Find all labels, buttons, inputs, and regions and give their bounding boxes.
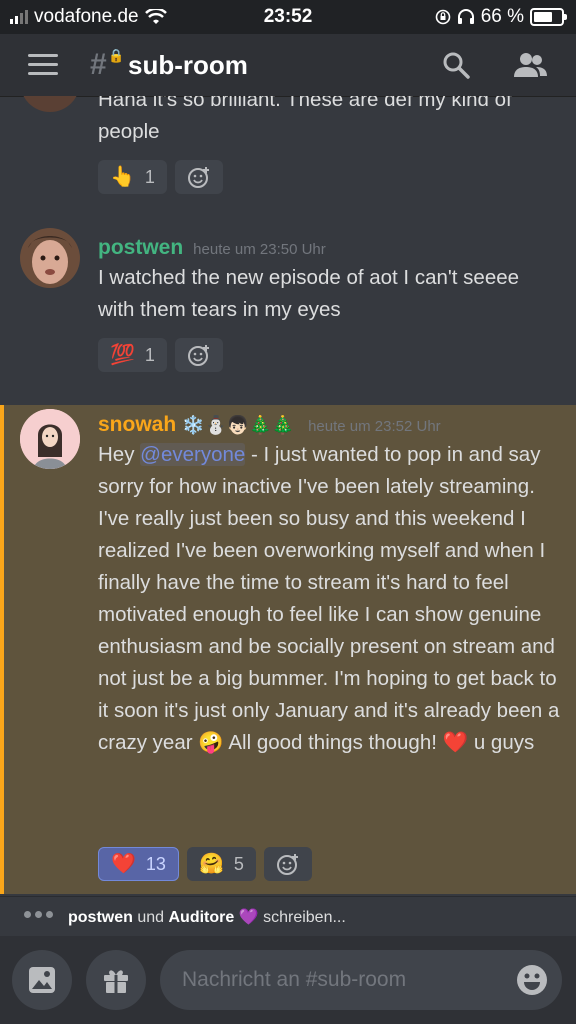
reaction-button-active[interactable]: ❤️ 13 (98, 847, 179, 881)
channel-title[interactable]: sub-room (128, 50, 248, 81)
message-text-start: Hey (98, 443, 141, 466)
typing-dots-icon (24, 911, 53, 918)
typing-suffix: 💜 schreiben... (238, 909, 346, 926)
composer-bar: Nachricht an #sub-room (0, 936, 576, 1024)
menu-icon[interactable] (28, 54, 58, 76)
headphones-icon (457, 9, 474, 24)
message-text: Hey @everyone - I just wanted to pop in … (98, 439, 560, 759)
add-reaction-icon (187, 345, 209, 366)
avatar[interactable] (20, 96, 80, 112)
username-label[interactable]: snowah (98, 413, 176, 436)
everyone-mention[interactable]: @everyone (140, 443, 246, 466)
message-text: Haha it's so brilliant. These are def my… (98, 96, 512, 143)
add-reaction-button[interactable] (174, 160, 223, 194)
orientation-lock-icon (435, 9, 450, 25)
hug-emoji: 🤗 (198, 853, 224, 875)
username-emojis: ❄️⛄👦🏻🎄🎄 (182, 415, 295, 435)
username[interactable]: postwen heute um 23:50 Uhr (98, 236, 326, 260)
locked-channel-icon: # 🔒 (90, 48, 125, 81)
reaction-button[interactable]: 🤗 5 (186, 847, 256, 881)
hundred-emoji: 💯 (110, 344, 135, 366)
reaction-count: 5 (233, 853, 244, 874)
gift-button[interactable] (86, 950, 146, 1010)
reaction-button[interactable]: 👆 1 (98, 160, 167, 194)
typing-indicator: postwen und Auditore 💜 schreiben... (0, 896, 576, 937)
gift-icon (104, 970, 128, 993)
reactions-row: 💯 1 (98, 338, 223, 372)
reaction-count: 1 (144, 344, 155, 365)
typing-text: postwen und Auditore 💜 schreiben... (68, 907, 346, 927)
search-icon[interactable] (442, 51, 470, 79)
timestamp: heute um 23:50 Uhr (193, 241, 326, 258)
message-feed[interactable]: Haha it's so brilliant. These are def my… (0, 96, 576, 896)
typing-connector: und (137, 909, 165, 926)
message-text: I watched the new episode of aot I can't… (98, 266, 520, 321)
reactions-row: 👆 1 (98, 160, 223, 194)
add-reaction-icon (187, 167, 209, 188)
add-reaction-button[interactable] (263, 847, 312, 881)
add-reaction-icon (276, 854, 298, 875)
members-icon[interactable] (512, 51, 548, 79)
reaction-count: 1 (144, 166, 155, 187)
point-up-emoji: 👆 (110, 166, 135, 188)
typing-user: postwen (68, 909, 133, 926)
avatar-snowah[interactable] (20, 409, 80, 469)
message-input[interactable]: Nachricht an #sub-room (160, 950, 562, 1010)
username[interactable]: snowah ❄️⛄👦🏻🎄🎄 heute um 23:52 Uhr (98, 413, 441, 437)
add-reaction-button[interactable] (174, 338, 223, 372)
emoji-picker-icon[interactable] (516, 964, 548, 996)
channel-header: # 🔒 sub-room (0, 34, 576, 97)
lock-icon: 🔒 (108, 48, 125, 63)
battery-percent: 66 % (480, 6, 524, 27)
message-input-placeholder: Nachricht an #sub-room (182, 968, 407, 991)
battery-icon (530, 8, 567, 26)
reactions-row: ❤️ 13 🤗 5 (98, 847, 312, 881)
status-bar: vodafone.de 23:52 66 % (0, 0, 576, 34)
reaction-count: 13 (145, 853, 166, 874)
typing-user: Auditore (168, 909, 235, 926)
timestamp: heute um 23:52 Uhr (308, 418, 441, 435)
heart-emoji: ❤️ (111, 853, 136, 875)
image-upload-button[interactable] (12, 950, 72, 1010)
image-icon (29, 967, 55, 993)
username-label[interactable]: postwen (98, 236, 183, 259)
avatar-postwen[interactable] (20, 228, 80, 288)
reaction-button[interactable]: 💯 1 (98, 338, 167, 372)
message-text-rest: - I just wanted to pop in and say sorry … (98, 443, 560, 754)
